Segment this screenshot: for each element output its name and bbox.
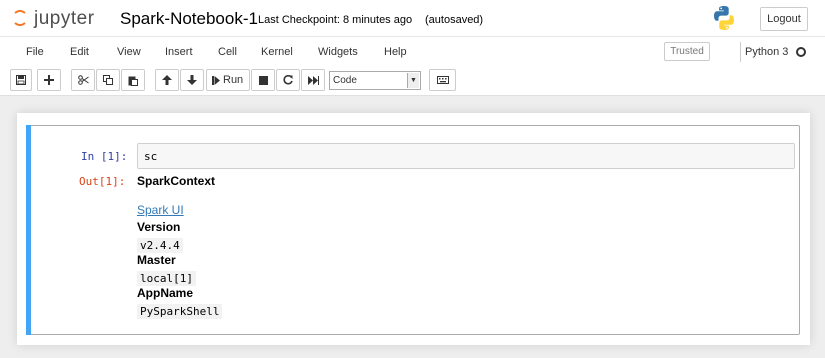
notebook-name[interactable]: Spark-Notebook-1 — [120, 9, 258, 29]
menu-widgets[interactable]: Widgets — [318, 46, 358, 58]
appname-label: AppName — [137, 286, 194, 300]
menu-cell[interactable]: Cell — [218, 46, 237, 58]
logout-button[interactable]: Logout — [760, 7, 808, 31]
logo-text: jupyter — [34, 8, 95, 29]
toolbar: Run Code ▼ — [0, 67, 825, 96]
spark-ui-link[interactable]: Spark UI — [137, 203, 184, 217]
copy-button[interactable] — [96, 69, 120, 91]
restart-icon — [283, 75, 293, 85]
master-value: local[1] — [137, 271, 196, 286]
code-input[interactable]: sc — [137, 143, 795, 169]
menu-kernel[interactable]: Kernel — [261, 46, 293, 58]
notebook-container: In [1]: sc Out[1]: SparkContext Spark UI… — [17, 113, 810, 345]
chevron-down-icon: ▼ — [407, 73, 419, 88]
arrow-up-icon — [162, 75, 172, 85]
menu-help[interactable]: Help — [384, 46, 407, 58]
output-title: SparkContext — [137, 174, 216, 188]
cut-button[interactable] — [71, 69, 95, 91]
version-value: v2.4.4 — [137, 238, 183, 253]
input-code: sc — [144, 150, 158, 163]
command-palette-button[interactable] — [429, 69, 456, 91]
cell-selected-bar — [26, 125, 31, 335]
appname-value: PySparkShell — [137, 304, 223, 319]
checkpoint-status: Last Checkpoint: 8 minutes ago — [258, 14, 413, 26]
insert-cell-button[interactable] — [37, 69, 61, 91]
run-button[interactable]: Run — [206, 69, 250, 91]
keyboard-icon — [436, 76, 449, 84]
arrow-down-icon — [187, 75, 197, 85]
plus-icon — [44, 75, 54, 85]
restart-run-all-button[interactable] — [301, 69, 325, 91]
run-label: Run — [223, 74, 244, 86]
master-label: Master — [137, 253, 176, 267]
trusted-indicator[interactable]: Trusted — [664, 42, 710, 61]
kernel-name: Python 3 — [745, 46, 789, 58]
fast-forward-icon — [307, 75, 319, 85]
copy-icon — [103, 75, 113, 85]
menu-view[interactable]: View — [117, 46, 141, 58]
cell-type-value: Code — [333, 75, 357, 86]
input-prompt: In [1]: — [81, 150, 128, 163]
jupyter-logo[interactable]: jupyter — [12, 8, 112, 29]
code-cell[interactable]: In [1]: sc Out[1]: SparkContext Spark UI… — [26, 125, 800, 335]
output-prompt: Out[1]: — [79, 175, 126, 188]
python-logo-icon — [714, 6, 734, 30]
autosave-status: (autosaved) — [425, 14, 484, 26]
jupyter-ring-icon — [12, 10, 28, 26]
scissors-icon — [77, 75, 89, 85]
restart-button[interactable] — [276, 69, 300, 91]
kernel-divider — [740, 42, 741, 62]
step-forward-icon — [212, 75, 220, 85]
paste-icon — [128, 76, 138, 86]
menubar: File Edit View Insert Cell Kernel Widget… — [0, 36, 825, 67]
move-up-button[interactable] — [155, 69, 179, 91]
version-label: Version — [137, 220, 181, 234]
menu-insert[interactable]: Insert — [165, 46, 193, 58]
kernel-idle-icon — [796, 47, 806, 57]
menu-file[interactable]: File — [26, 46, 44, 58]
header-bar: jupyter Spark-Notebook-1 Last Checkpoint… — [0, 0, 825, 36]
move-down-button[interactable] — [180, 69, 204, 91]
paste-button[interactable] — [121, 69, 145, 91]
save-icon — [16, 75, 26, 85]
interrupt-button[interactable] — [251, 69, 275, 91]
stop-icon — [258, 75, 268, 85]
cell-type-select[interactable]: Code ▼ — [329, 71, 421, 90]
save-button[interactable] — [10, 69, 32, 91]
menu-edit[interactable]: Edit — [70, 46, 89, 58]
